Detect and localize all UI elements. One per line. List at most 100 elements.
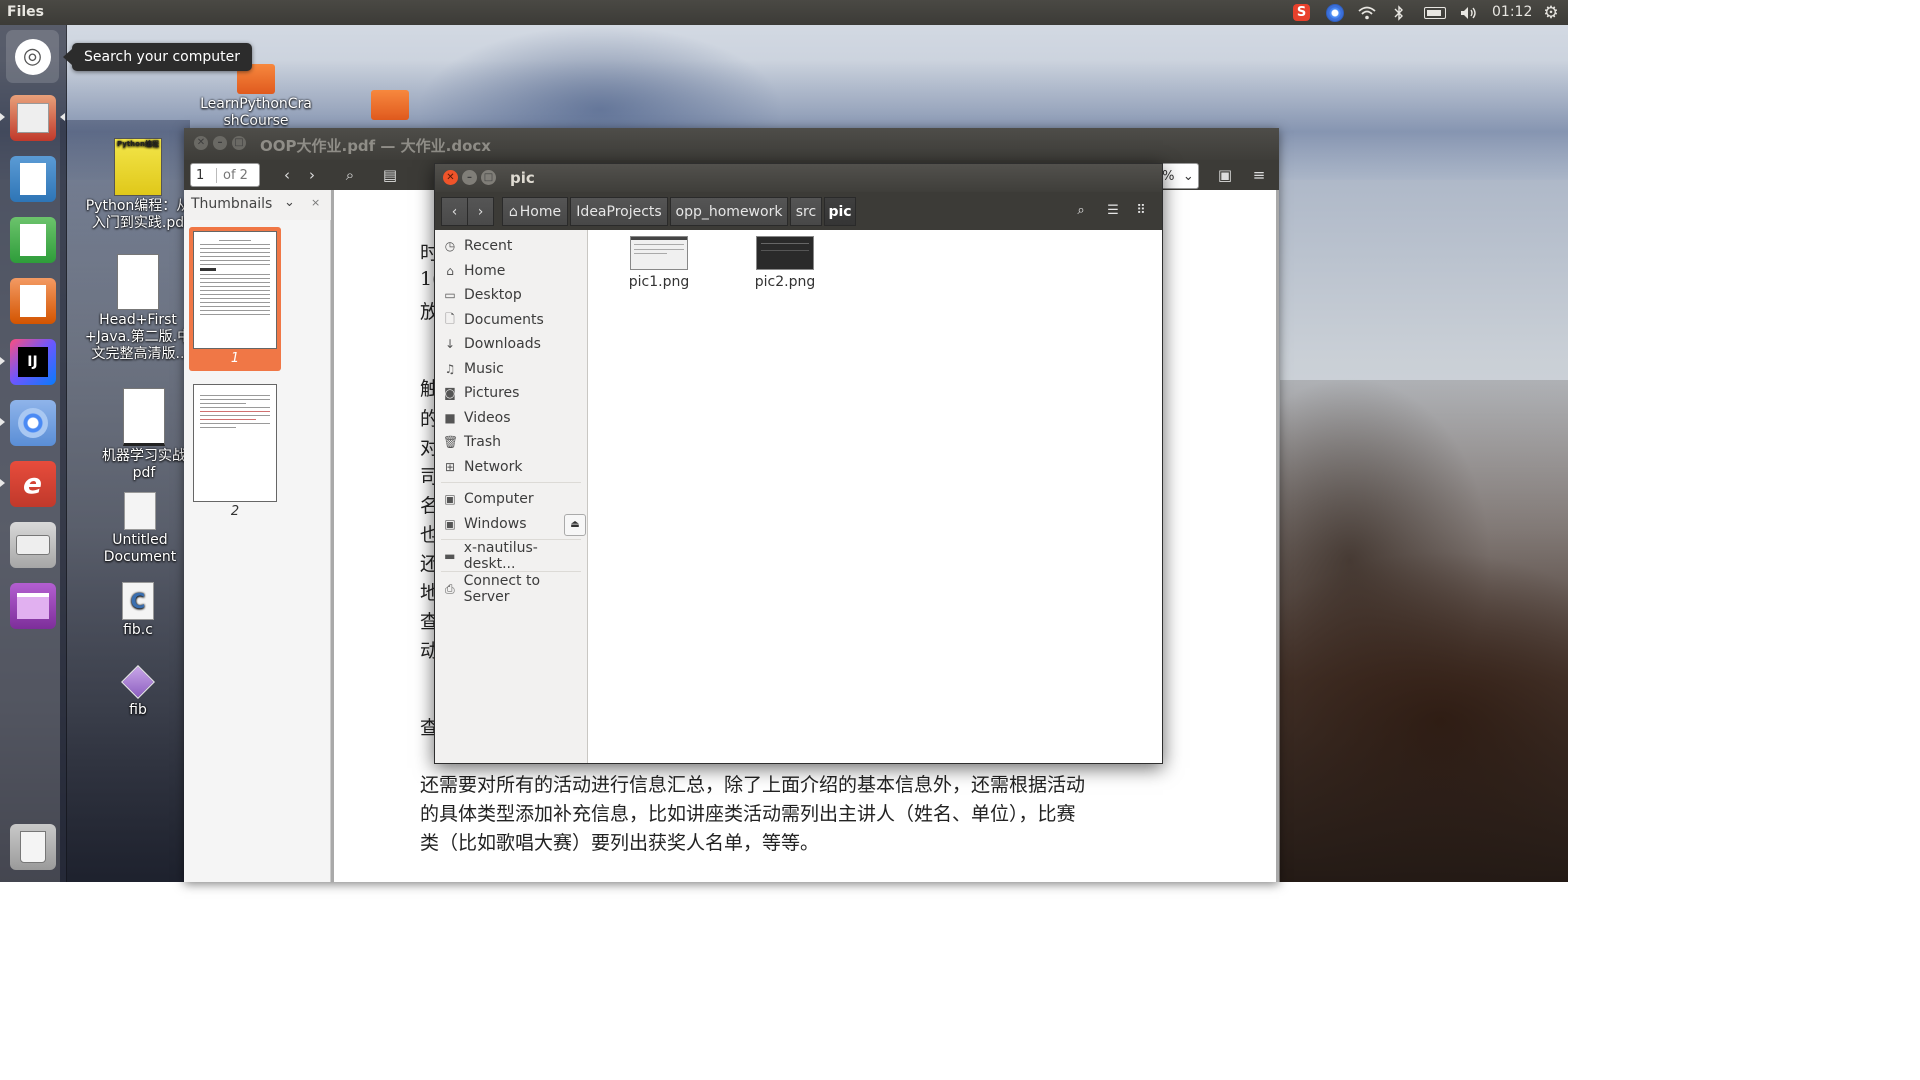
list-view-button[interactable]: ☰ [1101,197,1125,224]
minimize-icon[interactable]: – [462,170,477,185]
file-cabinet-icon [9,94,56,141]
clock[interactable]: 01:12 [1492,4,1532,20]
sogou-ime-icon[interactable]: S [1291,2,1312,23]
bluetooth-icon[interactable] [1392,2,1406,23]
close-icon[interactable]: ✕ [194,136,208,150]
chevron-left-icon: ‹ [451,203,458,220]
launcher-disk[interactable] [6,518,59,571]
launcher-chromium[interactable] [6,396,59,449]
file-manager-window[interactable]: ✕ – □ pic ‹ › ⌂ Home IdeaProjects opp_hom… [434,163,1163,764]
breadcrumb-label: pic [828,203,852,220]
sidebar-item-music[interactable]: ♫ Music [435,357,587,381]
chromium-icon[interactable] [1324,2,1345,23]
forward-button[interactable]: › [467,197,494,226]
breadcrumb-ideaprojects[interactable]: IdeaProjects [570,197,668,226]
sidebar-item-home[interactable]: ⌂ Home [435,259,587,283]
sidebar-item-documents[interactable]: 🗋 Documents [435,308,587,332]
breadcrumb-home[interactable]: ⌂ Home [502,197,568,226]
c-source-icon: C [122,582,154,620]
menu-button[interactable]: ≡ [1248,164,1270,186]
gear-icon[interactable]: ⚙ [1540,2,1562,23]
next-page-button[interactable]: › [301,164,323,186]
thumbnails-panel[interactable]: 1 2 [184,220,331,882]
wifi-icon[interactable] [1356,2,1378,23]
launcher-calc[interactable] [6,213,59,266]
desktop-icon-learnpython[interactable]: LearnPythonCra shCourse [196,64,316,130]
sidebar-item-nautilus-desktop[interactable]: ▬ x-nautilus-deskt... [435,540,587,572]
thumbnail-page-1[interactable]: 1 [189,227,281,371]
maximize-icon[interactable]: □ [232,136,246,150]
trash-icon [9,823,56,870]
previous-page-button[interactable]: ‹ [276,164,298,186]
running-indicator [0,479,5,487]
sidebar-item-label: Videos [464,410,511,426]
desktop-icon-fib-c[interactable]: C fib.c [78,582,198,639]
server-icon: ⎙ [445,581,455,596]
launcher-tooltip: Search your computer [63,43,252,71]
sidebar-mode-selector[interactable]: Thumbnails [191,196,272,212]
sidebar-item-pictures[interactable]: ◙ Pictures [435,381,587,405]
chevron-down-icon[interactable]: ⌄ [284,195,295,210]
launcher-trash[interactable] [6,820,59,873]
launcher-text-editor[interactable]: e [6,457,59,510]
sidebar-item-downloads[interactable]: ↓ Downloads [435,332,587,356]
close-icon[interactable]: ✕ [443,170,458,185]
launcher-dash-button[interactable]: ◎ [6,30,59,83]
volume-icon[interactable] [1458,2,1480,23]
page-thumbnail-image [193,231,277,349]
search-button[interactable]: ⌕ [1069,197,1093,224]
sidebar-item-desktop[interactable]: ▭ Desktop [435,283,587,307]
sidebar-item-network[interactable]: ⊞ Network [435,455,587,479]
breadcrumb-src[interactable]: src [790,197,822,226]
breadcrumb-opp-homework[interactable]: opp_homework [670,197,788,226]
home-icon: ⌂ [508,203,518,220]
thumbnail-page-number: 2 [230,504,240,519]
sidebar-item-trash[interactable]: 🗑 Trash [435,430,587,454]
minimize-icon[interactable]: – [213,136,227,150]
view-mode-button[interactable]: ▤ [379,164,401,186]
sidebar-item-computer[interactable]: ▣ Computer [435,487,587,511]
document-viewer-titlebar[interactable]: ✕ – □ OOP大作业.pdf — 大作业.docx [184,128,1279,160]
file-item-pic1[interactable]: pic1.png [619,236,699,290]
file-item-pic2[interactable]: pic2.png [745,236,825,290]
file-manager-toolbar: ‹ › ⌂ Home IdeaProjects opp_homework src … [435,192,1162,230]
file-view[interactable]: pic1.png pic2.png [593,230,1162,763]
close-sidebar-icon[interactable]: × [311,196,320,209]
battery-icon[interactable] [1422,2,1448,23]
sidebar-item-recent[interactable]: ◷ Recent [435,234,587,258]
find-button[interactable]: ⌕ [339,164,361,186]
launcher-intellij[interactable]: IJ [6,335,59,388]
desktop-icon-folder[interactable] [350,90,430,122]
launcher-impress[interactable] [6,274,59,327]
thumbnail-page-2[interactable]: 2 [189,380,281,524]
desktop-icon-untitled-document[interactable]: Untitled Document [80,492,200,566]
page-number-field[interactable]: 1 of 2 [190,163,260,187]
launcher-writer[interactable] [6,152,59,205]
launcher-videos[interactable] [6,579,59,632]
pdf-document-icon [123,388,165,446]
sidebar-item-connect-to-server[interactable]: ⎙ Connect to Server [435,573,587,605]
focused-indicator [60,113,65,121]
sidebar-separator [441,571,581,572]
desktop-icon-python-book[interactable]: Python编程 Python编程：从 入门到实践.pd [78,138,198,232]
grid-view-button[interactable]: ⠿ [1129,197,1153,224]
file-manager-titlebar[interactable]: ✕ – □ pic [435,164,1162,192]
desktop-icon-label: +Java.第二版.中 [84,329,192,345]
camera-icon: ◙ [444,386,456,400]
sidebar-separator [441,482,581,483]
eject-icon[interactable]: ⏏ [564,514,586,536]
sidebar-item-videos[interactable]: ■ Videos [435,406,587,430]
annotations-button[interactable]: ▣ [1214,164,1236,186]
running-indicator [0,357,5,365]
launcher-files[interactable] [6,91,59,144]
current-page-input[interactable]: 1 [191,167,217,183]
desktop-icon-headfirst-java[interactable]: Head+First +Java.第二版.中 文完整高清版.. [78,254,198,363]
desktop-icon: ▭ [444,288,456,302]
breadcrumb-pic[interactable]: pic [824,197,856,226]
back-button[interactable]: ‹ [441,197,468,226]
zoom-selector[interactable]: % ⌄ [1157,163,1199,189]
maximize-icon[interactable]: □ [481,170,496,185]
window-title: OOP大作业.pdf — 大作业.docx [260,137,491,155]
sidebar-item-label: Desktop [464,287,522,303]
desktop-icon-fib[interactable]: fib [78,665,198,719]
